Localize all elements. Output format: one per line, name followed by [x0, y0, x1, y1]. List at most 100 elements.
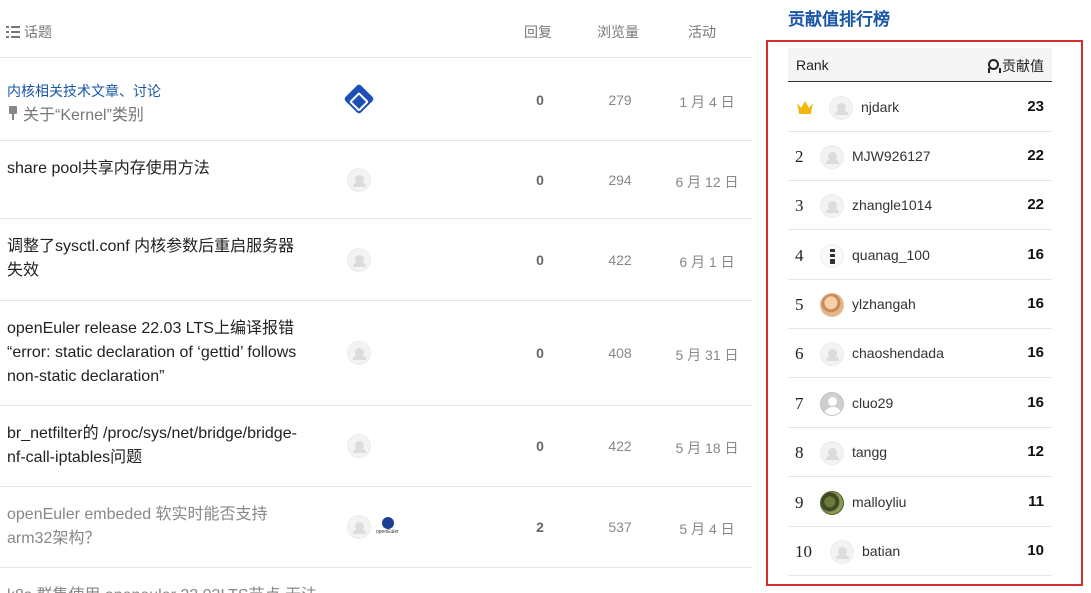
leaderboard-entry[interactable]: 10 batian 10	[788, 527, 1052, 576]
user-avatar[interactable]	[820, 145, 844, 169]
title-line: br_netfilter的 /proc/sys/net/bridge/bridg…	[7, 425, 297, 442]
contribution-score: 23	[1027, 98, 1044, 115]
crown-icon	[797, 101, 813, 114]
leaderboard-title: 贡献值排行榜	[788, 10, 890, 29]
list-icon	[6, 26, 20, 38]
title-line: 失效	[7, 262, 40, 279]
leaderboard-entry[interactable]: 7 cluo29 16	[788, 379, 1052, 428]
username[interactable]: quanag_100	[852, 247, 930, 263]
view-count: 422	[608, 438, 632, 454]
topic-title-link[interactable]: 调整了sysctl.conf 内核参数后重启服务器 失效	[7, 235, 327, 283]
username[interactable]: chaoshendada	[852, 345, 944, 361]
reply-count: 0	[536, 172, 544, 188]
activity-date[interactable]: 6 月 1 日	[670, 252, 744, 272]
leaderboard-entry[interactable]: 2 MJW926127 22	[788, 132, 1052, 181]
poster-avatar[interactable]	[343, 83, 375, 115]
topic-column-header[interactable]: 话题	[6, 22, 52, 42]
username[interactable]: MJW926127	[852, 148, 931, 164]
username[interactable]: cluo29	[852, 395, 893, 411]
user-avatar[interactable]	[830, 540, 854, 564]
pinned-topic-title[interactable]: 关于“Kernel”类别	[7, 101, 144, 125]
activity-date[interactable]: 1 月 4 日	[670, 92, 744, 112]
activity-date[interactable]: 5 月 4 日	[670, 519, 744, 539]
rank-number: 10	[795, 542, 812, 561]
reply-count: 0	[536, 345, 544, 361]
view-count: 279	[608, 92, 632, 108]
title-line: non-static declaration”	[7, 368, 165, 385]
user-avatar[interactable]	[820, 194, 844, 218]
score-column-header: 贡献值	[987, 56, 1044, 76]
openeuler-logo-avatar[interactable]: openEuler	[376, 517, 399, 537]
user-avatar[interactable]	[820, 244, 844, 268]
title-line: arm32架构？	[7, 530, 101, 547]
title-line: nf-call-iptables问题	[7, 449, 143, 466]
user-avatar[interactable]	[829, 96, 853, 120]
topic-title-link[interactable]: k8s 群集使用 openeuler 22.03LTS节点 无法	[7, 584, 347, 593]
user-avatar[interactable]	[820, 293, 844, 317]
table-row: 调整了sysctl.conf 内核参数后重启服务器 失效 0 422 6 月 1…	[0, 219, 752, 301]
contribution-score: 10	[1027, 542, 1044, 559]
activity-date[interactable]: 5 月 18 日	[670, 438, 744, 458]
topic-title-link[interactable]: openEuler release 22.03 LTS上编译报错 “error:…	[7, 317, 327, 389]
leaderboard-entry[interactable]: 9 malloyliu 11	[788, 478, 1052, 527]
leaderboard-entry[interactable]: 8 tangg 12	[788, 428, 1052, 477]
poster-avatar[interactable]	[347, 341, 371, 365]
poster-avatar[interactable]	[347, 248, 371, 272]
topic-title-link[interactable]: share pool共享内存使用方法	[7, 157, 327, 181]
contribution-score: 16	[1027, 344, 1044, 361]
poster-avatar[interactable]	[347, 168, 371, 192]
poster-avatar[interactable]	[347, 515, 371, 539]
contribution-score: 22	[1027, 147, 1044, 164]
username[interactable]: zhangle1014	[852, 197, 932, 213]
title-line: openEuler release 22.03 LTS上编译报错	[7, 320, 294, 337]
views-column-header[interactable]: 浏览量	[590, 22, 646, 42]
table-row: openEuler release 22.03 LTS上编译报错 “error:…	[0, 301, 752, 406]
user-avatar[interactable]	[820, 491, 844, 515]
title-line: “error: static declaration of ‘gettid’ f…	[7, 344, 297, 361]
user-avatar[interactable]	[820, 392, 844, 416]
username[interactable]: ylzhangah	[852, 296, 916, 312]
rank-number: 2	[795, 147, 804, 166]
topic-title-text: 关于“Kernel”类别	[23, 107, 144, 124]
reply-count: 2	[536, 519, 544, 535]
table-row: share pool共享内存使用方法 0 294 6 月 12 日	[0, 141, 752, 219]
view-count: 422	[608, 252, 632, 268]
topic-title-link[interactable]: br_netfilter的 /proc/sys/net/bridge/bridg…	[7, 422, 327, 470]
poster-avatar[interactable]	[347, 434, 371, 458]
leaderboard-entry[interactable]: 5 ylzhangah 16	[788, 280, 1052, 329]
username[interactable]: tangg	[852, 444, 887, 460]
username[interactable]: batian	[862, 543, 900, 559]
table-row: br_netfilter的 /proc/sys/net/bridge/bridg…	[0, 406, 752, 487]
leaderboard-entry[interactable]: 6 chaoshendada 16	[788, 329, 1052, 378]
topic-title-link[interactable]: openEuler embeded 软实时能否支持 arm32架构？	[7, 503, 327, 551]
rank-number: 5	[795, 295, 804, 314]
activity-date[interactable]: 5 月 31 日	[670, 345, 744, 365]
rank-column-header: Rank	[796, 57, 829, 73]
topic-category-link[interactable]: 内核相关技术文章、讨论	[7, 81, 161, 101]
title-line: 调整了sysctl.conf 内核参数后重启服务器	[7, 238, 295, 255]
leaderboard-entry[interactable]: 4 quanag_100 16	[788, 231, 1052, 280]
view-count: 294	[608, 172, 632, 188]
award-icon	[987, 59, 1001, 73]
logo-text: openEuler	[376, 529, 399, 535]
reply-count: 0	[536, 92, 544, 108]
rank-number: 6	[795, 344, 804, 363]
activity-date[interactable]: 6 月 12 日	[670, 172, 744, 192]
contribution-score: 22	[1027, 196, 1044, 213]
username[interactable]: malloyliu	[852, 494, 906, 510]
user-avatar[interactable]	[820, 342, 844, 366]
score-header-label: 贡献值	[1002, 58, 1044, 74]
contribution-score: 12	[1027, 443, 1044, 460]
contribution-score: 16	[1027, 295, 1044, 312]
user-avatar[interactable]	[820, 441, 844, 465]
leaderboard-entry[interactable]: 3 zhangle1014 22	[788, 181, 1052, 230]
table-row: 内核相关技术文章、讨论 关于“Kernel”类别 0 279 1 月 4 日	[0, 58, 752, 141]
replies-column-header[interactable]: 回复	[518, 22, 558, 42]
contribution-score: 16	[1027, 394, 1044, 411]
leaderboard-entry[interactable]: njdark 23	[788, 83, 1052, 132]
activity-column-header[interactable]: 活动	[680, 22, 724, 42]
username[interactable]: njdark	[861, 99, 899, 115]
table-row: openEuler embeded 软实时能否支持 arm32架构？ openE…	[0, 487, 752, 568]
contribution-score: 11	[1028, 493, 1044, 510]
rank-number: 8	[795, 443, 804, 462]
